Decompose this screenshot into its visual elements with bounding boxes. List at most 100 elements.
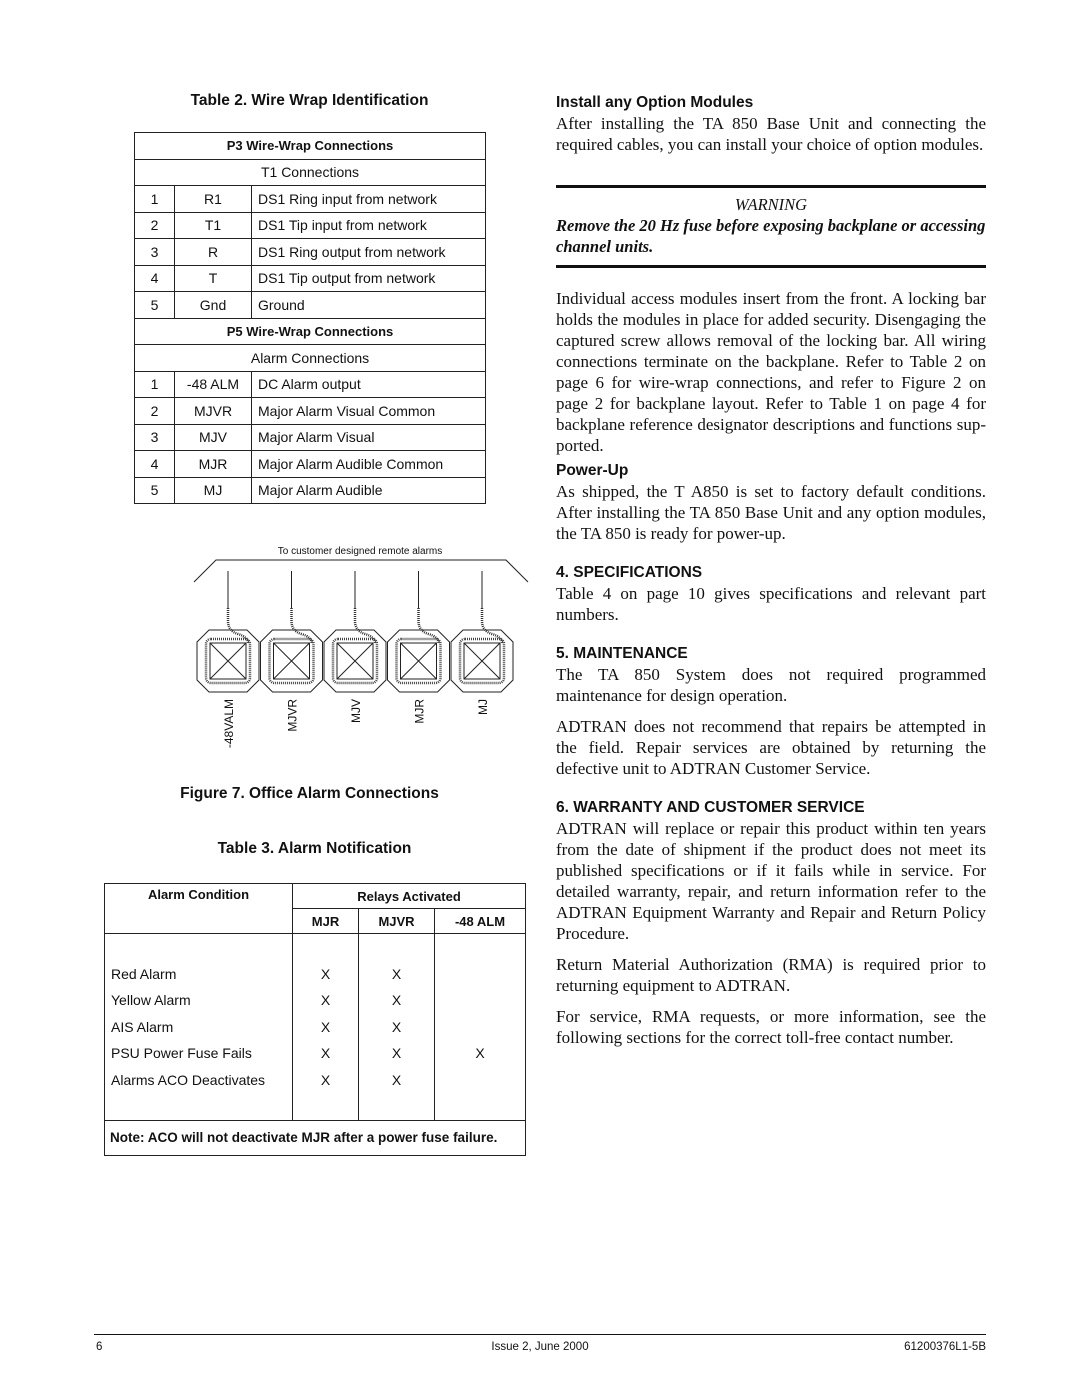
pin-description: DS1 Tip output from network bbox=[251, 264, 486, 292]
table-row: 4 T DS1 Tip output from network bbox=[134, 264, 486, 292]
relays-activated-header: Relays Activated bbox=[292, 883, 526, 909]
table-row: Red Alarm X X bbox=[104, 960, 526, 987]
pin-description: Major Alarm Visual bbox=[251, 423, 486, 451]
table-row: 2 T1 DS1 Tip input from network bbox=[134, 211, 486, 239]
document-number: 61200376L1-5B bbox=[904, 1341, 986, 1353]
table-row: 5 Gnd Ground bbox=[134, 291, 486, 319]
pin-name: -48 ALM bbox=[174, 370, 252, 398]
table-row: 1 -48 ALM DC Alarm output bbox=[134, 370, 486, 398]
pin-description: Ground bbox=[251, 291, 486, 319]
mjvr-cell: X bbox=[358, 987, 435, 1014]
maintenance-text-1: The TA 850 System does not required prog… bbox=[556, 665, 986, 705]
p5-subheader: Alarm Connections bbox=[134, 344, 486, 372]
mjr-cell: X bbox=[292, 1013, 359, 1040]
warning-top-rule bbox=[556, 185, 986, 188]
figure7-caption: Figure 7. Office Alarm Connections bbox=[180, 785, 439, 802]
alm-cell: X bbox=[434, 1040, 526, 1067]
table-row: 3 MJV Major Alarm Visual bbox=[134, 423, 486, 451]
alm-cell bbox=[434, 1013, 526, 1040]
terminal-label: -48VALM bbox=[222, 699, 236, 748]
pin-name: T bbox=[174, 264, 252, 292]
maintenance-heading: 5. MAINTENANCE bbox=[556, 645, 688, 662]
powerup-heading: Power-Up bbox=[556, 462, 629, 479]
pin-number: 3 bbox=[134, 238, 175, 266]
pin-number: 5 bbox=[134, 291, 175, 319]
pin-name: Gnd bbox=[174, 291, 252, 319]
document-page: { "table2": { "caption": "Table 2. Wire … bbox=[0, 0, 1080, 1397]
pin-name: MJVR bbox=[174, 397, 252, 425]
mjr-cell: X bbox=[292, 1066, 359, 1093]
specifications-heading: 4. SPECIFICATIONS bbox=[556, 564, 703, 581]
terminal-label: MJV bbox=[349, 699, 363, 723]
table-row: PSU Power Fuse Fails X X X bbox=[104, 1040, 526, 1067]
pin-number: 1 bbox=[134, 185, 175, 213]
p3-subheader: T1 Connections bbox=[134, 158, 486, 186]
terminal-label: MJVR bbox=[286, 699, 300, 732]
table-row: 2 MJVR Major Alarm Visual Common bbox=[134, 397, 486, 425]
install-text: After installing the TA 850 Base Unit an… bbox=[556, 114, 986, 154]
pin-name: R bbox=[174, 238, 252, 266]
pin-description: Major Alarm Audible bbox=[251, 476, 486, 504]
warning-title: WARNING bbox=[734, 195, 808, 214]
pin-description: DS1 Ring output from network bbox=[251, 238, 486, 266]
alm-cell bbox=[434, 987, 526, 1014]
alarm-condition: AIS Alarm bbox=[104, 1013, 293, 1040]
pin-description: Major Alarm Audible Common bbox=[251, 450, 486, 478]
table-row: 1 R1 DS1 Ring input from network bbox=[134, 185, 486, 213]
p5-header: P5 Wire-Wrap Connections bbox=[134, 317, 486, 345]
alarm-condition-header: Alarm Condition bbox=[104, 883, 293, 934]
relay-col-mjvr: MJVR bbox=[358, 908, 435, 934]
mjvr-cell: X bbox=[358, 960, 435, 987]
relay-col-mjr: MJR bbox=[292, 908, 359, 934]
pin-number: 3 bbox=[134, 423, 175, 451]
alarm-condition: PSU Power Fuse Fails bbox=[104, 1040, 293, 1067]
maintenance-text-2: ADTRAN does not recommend that repairs b… bbox=[556, 717, 986, 778]
warranty-heading: 6. WARRANTY AND CUSTOMER SERVICE bbox=[556, 799, 865, 816]
table3-caption: Table 3. Alarm Notification bbox=[217, 840, 412, 857]
table3-note: Note: ACO will not deactivate MJR after … bbox=[104, 1119, 526, 1156]
issue-date: Issue 2, June 2000 bbox=[491, 1341, 589, 1353]
alm-cell bbox=[434, 1066, 526, 1093]
pin-description: DS1 Tip input from network bbox=[251, 211, 486, 239]
page-number: 6 bbox=[96, 1341, 103, 1353]
wire-wrap-table: P3 Wire-Wrap Connections T1 Connections … bbox=[134, 132, 486, 504]
table-row: Yellow Alarm X X bbox=[104, 987, 526, 1014]
cable-bracket bbox=[193, 559, 529, 583]
terminal-label: MJ bbox=[476, 699, 490, 715]
pin-name: MJ bbox=[174, 476, 252, 504]
table2-caption: Table 2. Wire Wrap Identification bbox=[190, 92, 429, 109]
powerup-text: As shipped, the T A850 is set to factory… bbox=[556, 482, 986, 543]
pin-name: T1 bbox=[174, 211, 252, 239]
pin-description: DS1 Ring input from network bbox=[251, 185, 486, 213]
table-row: 3 R DS1 Ring output from network bbox=[134, 238, 486, 266]
pin-name: R1 bbox=[174, 185, 252, 213]
modules-text: Individual access modules insert from th… bbox=[556, 289, 986, 455]
relay-col-48alm: -48 ALM bbox=[434, 908, 526, 934]
warranty-text-1: ADTRAN will replace or repair this produ… bbox=[556, 819, 986, 943]
alarm-condition: Yellow Alarm bbox=[104, 987, 293, 1014]
warning-text: Remove the 20 Hz fuse before exposing ba… bbox=[556, 216, 986, 256]
pin-description: DC Alarm output bbox=[251, 370, 486, 398]
table-row: 4 MJR Major Alarm Audible Common bbox=[134, 450, 486, 478]
alarm-condition: Alarms ACO Deactivates bbox=[104, 1066, 293, 1093]
pin-description: Major Alarm Visual Common bbox=[251, 397, 486, 425]
mjvr-cell: X bbox=[358, 1040, 435, 1067]
warranty-text-2: Return Material Authorization (RMA) is r… bbox=[556, 955, 986, 995]
office-alarm-diagram: -48VALM MJVR MJV MJR MJ bbox=[193, 559, 529, 748]
mjr-cell: X bbox=[292, 987, 359, 1014]
warranty-text-3: For service, RMA requests, or more infor… bbox=[556, 1007, 986, 1047]
warning-bottom-rule bbox=[556, 265, 986, 268]
table-row: AIS Alarm X X bbox=[104, 1013, 526, 1040]
install-heading: Install any Option Modules bbox=[556, 94, 754, 111]
footer-rule bbox=[94, 1334, 986, 1335]
mjvr-cell: X bbox=[358, 1066, 435, 1093]
mjvr-cell: X bbox=[358, 1013, 435, 1040]
alm-cell bbox=[434, 960, 526, 987]
pin-number: 2 bbox=[134, 211, 175, 239]
mjr-cell: X bbox=[292, 960, 359, 987]
p3-header: P3 Wire-Wrap Connections bbox=[134, 132, 486, 160]
specifications-text: Table 4 on page 10 gives specifications … bbox=[556, 584, 986, 624]
pin-number: 4 bbox=[134, 450, 175, 478]
mjr-cell: X bbox=[292, 1040, 359, 1067]
right-column: Install any Option Modules After install… bbox=[556, 92, 986, 155]
